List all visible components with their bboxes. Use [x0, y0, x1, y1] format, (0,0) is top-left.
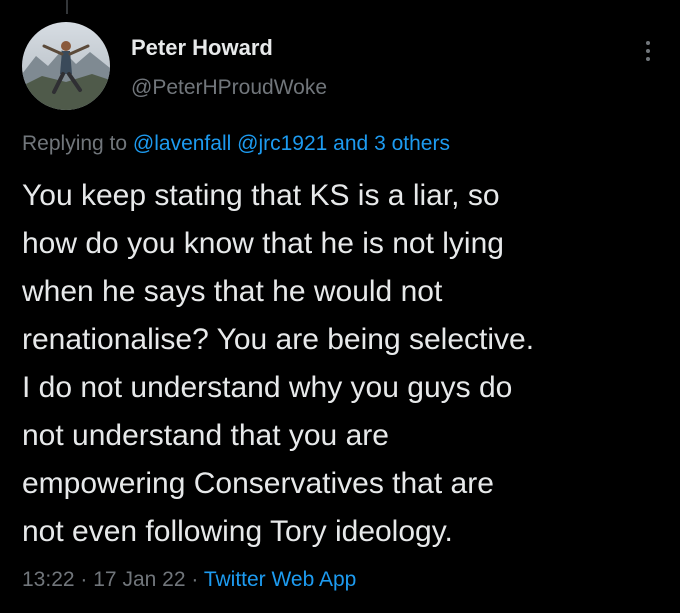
more-vertical-icon-dot	[646, 49, 650, 53]
mention-link[interactable]: @lavenfall	[133, 132, 231, 155]
author-handle[interactable]: @PeterHProudWoke	[131, 76, 327, 100]
others-link[interactable]: 3 others	[374, 132, 450, 155]
tweet-meta: 13:22 · 17 Jan 22 · Twitter Web App	[22, 568, 356, 592]
replying-prefix: Replying to	[22, 132, 128, 155]
meta-separator: ·	[80, 568, 88, 591]
tweet-text-line: when he says that he would not	[22, 275, 443, 308]
tweet-source-link[interactable]: Twitter Web App	[204, 568, 357, 591]
more-vertical-icon-dot	[646, 57, 650, 61]
tweet-text-line: how do you know that he is not lying	[22, 227, 504, 260]
thread-line	[66, 0, 68, 14]
tweet-text-line: You keep stating that KS is a liar, so	[22, 179, 500, 212]
avatar[interactable]	[22, 22, 110, 110]
meta-separator: ·	[191, 568, 199, 591]
mention-link[interactable]: @jrc1921	[237, 132, 327, 155]
more-options-button[interactable]	[636, 36, 660, 66]
tweet-text-line: not understand that you are	[22, 419, 389, 452]
replying-and[interactable]: and	[333, 132, 368, 155]
tweet-text-line: empowering Conservatives that are	[22, 467, 494, 500]
tweet-text-line: I do not understand why you guys do	[22, 371, 513, 404]
replying-to: Replying to @lavenfall @jrc1921 and 3 ot…	[22, 132, 450, 156]
more-vertical-icon	[646, 41, 650, 45]
avatar-photo	[22, 22, 110, 110]
author-name[interactable]: Peter Howard	[131, 35, 273, 61]
tweet-time[interactable]: 13:22	[22, 568, 75, 591]
tweet-text: You keep stating that KS is a liar, so h…	[22, 172, 672, 556]
tweet-date[interactable]: 17 Jan 22	[93, 568, 185, 591]
tweet-text-line: not even following Tory ideology.	[22, 515, 453, 548]
tweet-text-line: renationalise? You are being selective.	[22, 323, 535, 356]
